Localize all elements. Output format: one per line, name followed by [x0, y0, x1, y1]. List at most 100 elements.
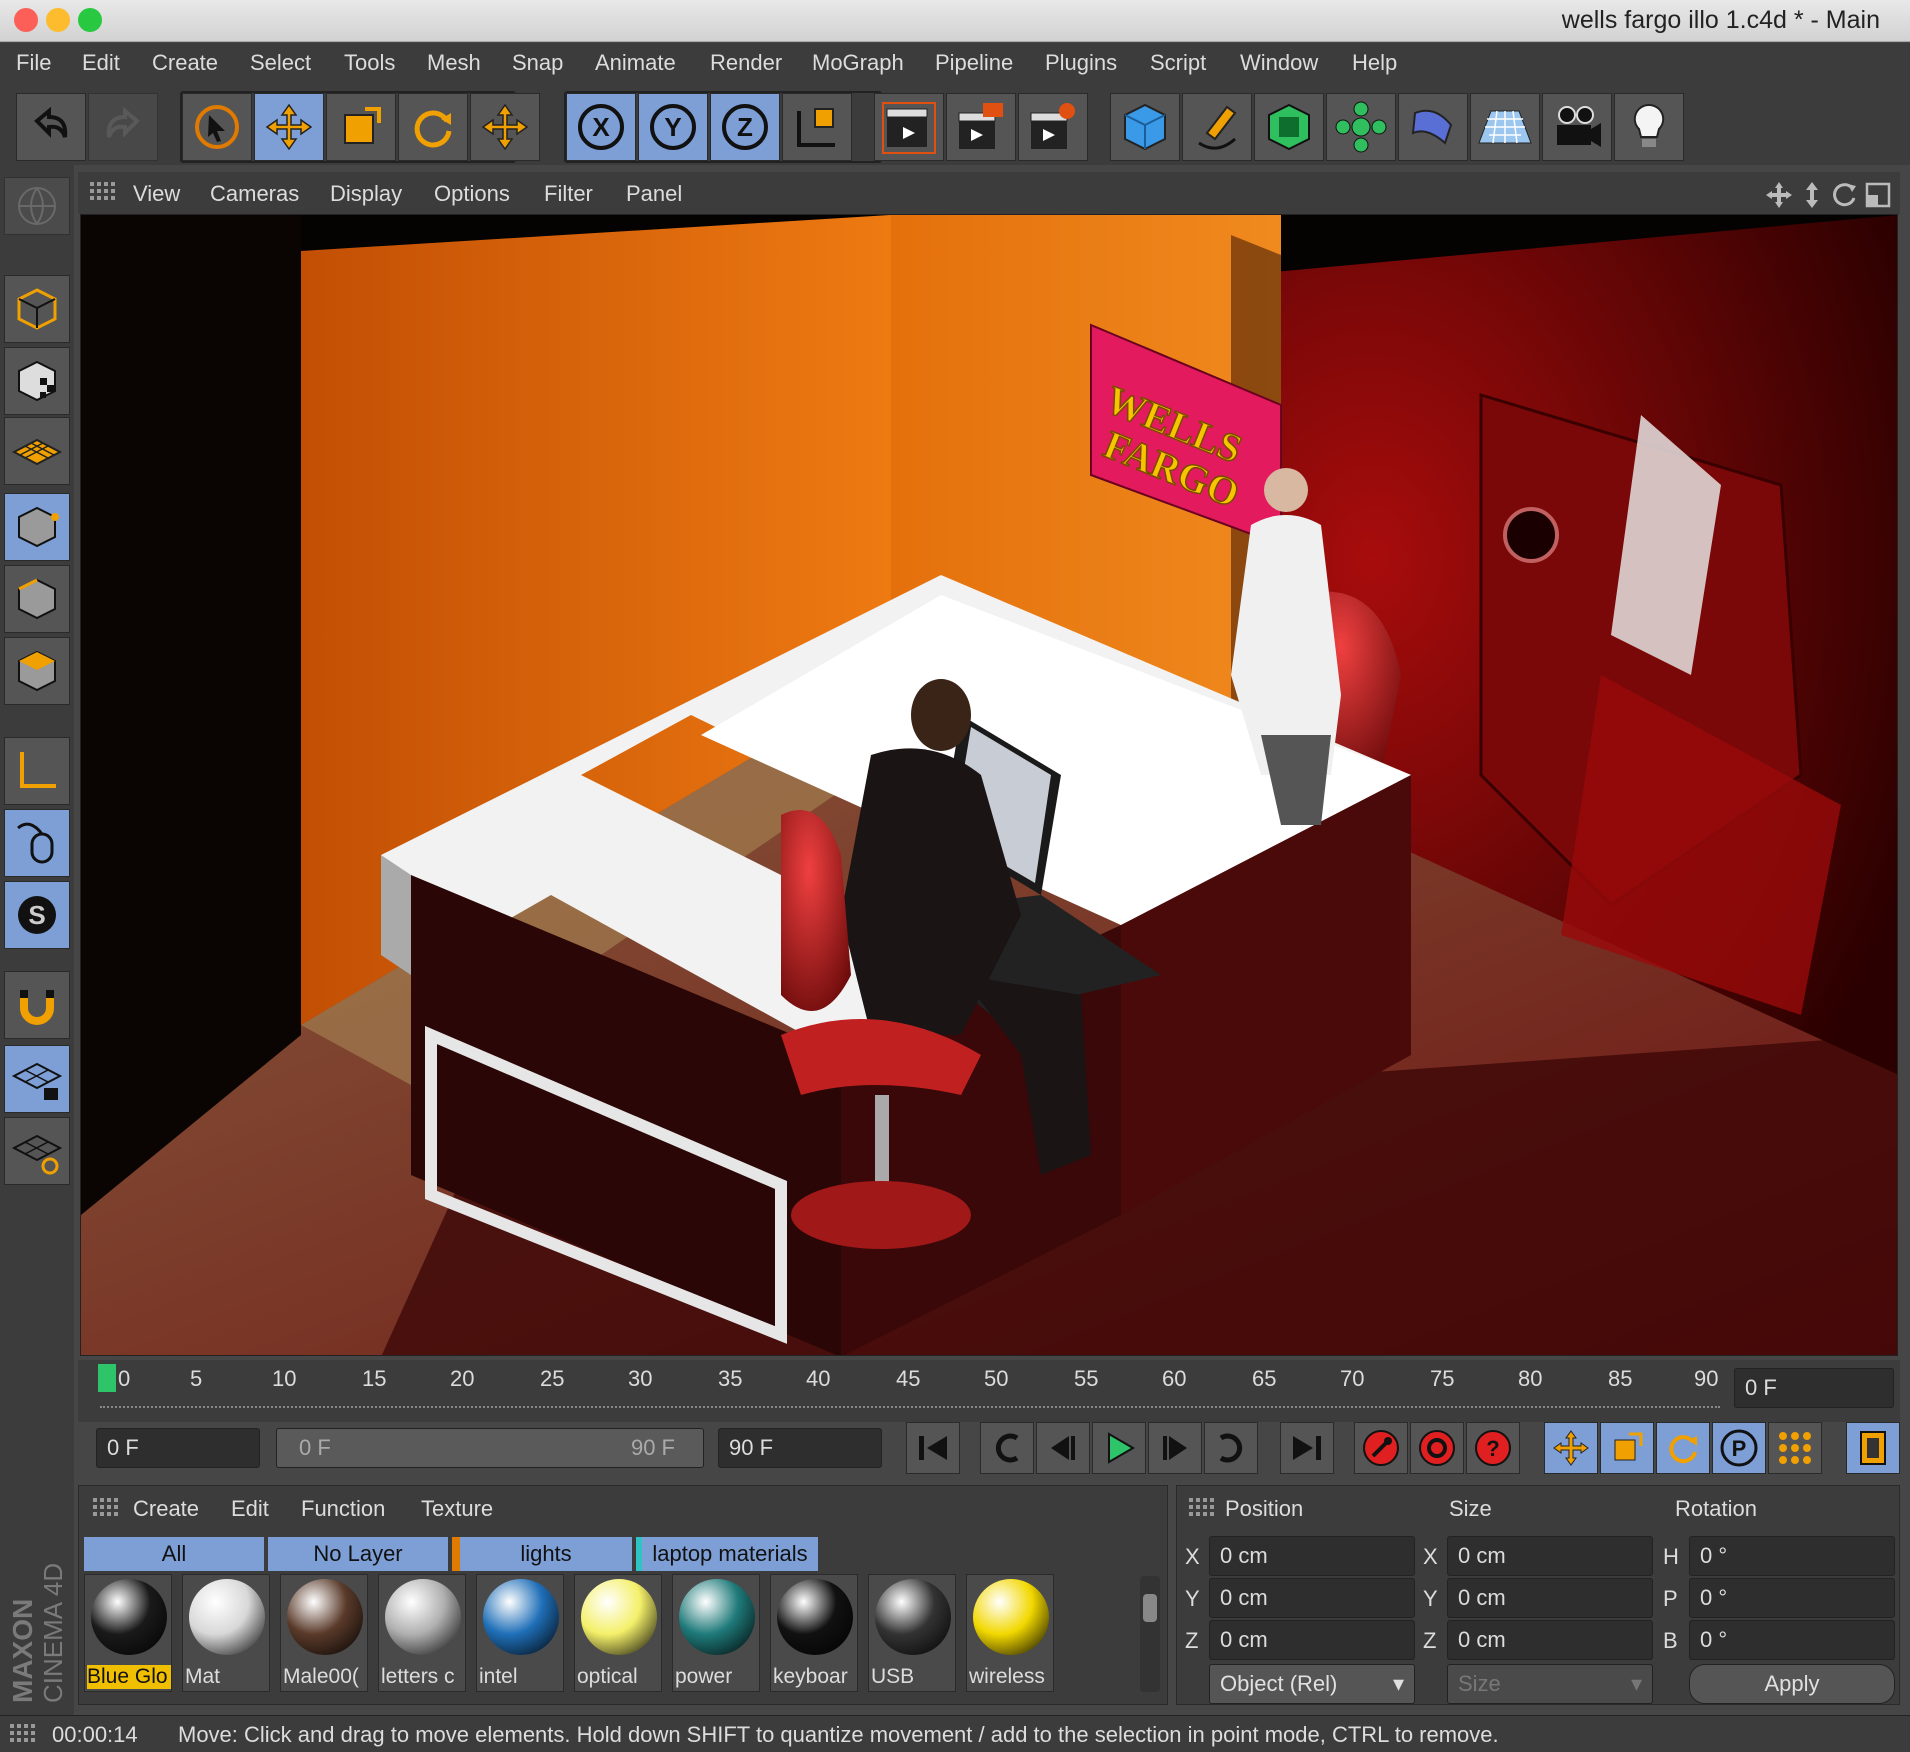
viewport-rotate-icon[interactable]	[1830, 180, 1858, 210]
key-point-level-button[interactable]	[1768, 1422, 1822, 1474]
material-scrollbar[interactable]	[1140, 1576, 1160, 1692]
material-swatch[interactable]: keyboar	[770, 1574, 858, 1692]
key-parameter-button[interactable]: P	[1712, 1422, 1766, 1474]
previous-frame-button[interactable]	[1036, 1422, 1090, 1474]
viewport-menu-cameras[interactable]: Cameras	[210, 181, 299, 207]
material-swatch[interactable]: intel	[476, 1574, 564, 1692]
solo-button[interactable]: S	[4, 881, 70, 949]
points-mode-button[interactable]	[4, 493, 70, 561]
material-swatch[interactable]: letters c	[378, 1574, 466, 1692]
menu-mograph[interactable]: MoGraph	[812, 50, 904, 76]
deformer-button[interactable]	[1398, 93, 1468, 161]
material-tab-lights[interactable]: lights	[452, 1537, 632, 1571]
menu-plugins[interactable]: Plugins	[1045, 50, 1117, 76]
rotation-b-field[interactable]: 0 °	[1689, 1620, 1895, 1660]
viewport-move-icon[interactable]	[1764, 180, 1794, 210]
close-window-button[interactable]	[14, 8, 38, 32]
viewport-zoom-icon[interactable]	[1798, 180, 1826, 210]
3d-viewport[interactable]: WELLS FARGO	[80, 214, 1898, 1356]
zoom-window-button[interactable]	[78, 8, 102, 32]
floor-button[interactable]	[1470, 93, 1540, 161]
make-editable-button[interactable]	[4, 177, 70, 235]
menu-snap[interactable]: Snap	[512, 50, 563, 76]
keyframe-selection-button[interactable]: ?	[1466, 1422, 1520, 1474]
cube-object-button[interactable]	[1110, 93, 1180, 161]
menu-mesh[interactable]: Mesh	[427, 50, 481, 76]
viewport-menu-filter[interactable]: Filter	[544, 181, 593, 207]
model-mode-button[interactable]	[4, 275, 70, 343]
subdivision-surface-button[interactable]	[1254, 93, 1324, 161]
live-selection-button[interactable]	[182, 93, 252, 161]
previous-key-button[interactable]	[980, 1422, 1034, 1474]
material-swatch[interactable]: Mat	[182, 1574, 270, 1692]
material-menu-function[interactable]: Function	[301, 1496, 385, 1522]
render-settings-button[interactable]	[1018, 93, 1088, 161]
material-swatch[interactable]: optical	[574, 1574, 662, 1692]
next-frame-button[interactable]	[1148, 1422, 1202, 1474]
scale-tool-button[interactable]	[326, 93, 396, 161]
polygons-mode-button[interactable]	[4, 637, 70, 705]
material-swatch[interactable]: Blue Glo	[84, 1574, 172, 1692]
workplane-lock-button[interactable]	[4, 1045, 70, 1113]
viewport-menu-options[interactable]: Options	[434, 181, 510, 207]
material-menu-edit[interactable]: Edit	[231, 1496, 269, 1522]
viewport-maximize-icon[interactable]	[1864, 180, 1892, 210]
next-key-button[interactable]	[1204, 1422, 1258, 1474]
rotation-p-field[interactable]: 0 °	[1689, 1578, 1895, 1618]
material-swatch[interactable]: wireless	[966, 1574, 1054, 1692]
size-mode-dropdown[interactable]: Size ▾	[1447, 1664, 1653, 1704]
end-frame-field[interactable]: 90 F	[718, 1428, 882, 1468]
material-menu-texture[interactable]: Texture	[421, 1496, 493, 1522]
move-tool-button[interactable]	[254, 93, 324, 161]
position-z-field[interactable]: 0 cm	[1209, 1620, 1415, 1660]
material-menu-create[interactable]: Create	[133, 1496, 199, 1522]
material-swatch[interactable]: power	[672, 1574, 760, 1692]
playhead[interactable]	[98, 1364, 116, 1392]
timeline-ruler[interactable]: 0 5 10 15 20 25 30 35 40 45 50 55 60 65 …	[78, 1360, 1900, 1422]
undo-button[interactable]	[16, 93, 86, 161]
rotate-tool-button[interactable]	[398, 93, 468, 161]
cloner-button[interactable]	[1326, 93, 1396, 161]
axis-mode-button[interactable]	[4, 737, 70, 805]
pen-spline-button[interactable]	[1182, 93, 1252, 161]
key-scale-button[interactable]	[1600, 1422, 1654, 1474]
coordinate-system-button[interactable]	[782, 93, 852, 161]
menu-render[interactable]: Render	[710, 50, 782, 76]
viewport-menu-view[interactable]: View	[133, 181, 180, 207]
material-swatch[interactable]: Male00(	[280, 1574, 368, 1692]
record-keys-button[interactable]	[1354, 1422, 1408, 1474]
go-to-start-button[interactable]	[906, 1422, 960, 1474]
material-swatch[interactable]: USB	[868, 1574, 956, 1692]
rotation-h-field[interactable]: 0 °	[1689, 1536, 1895, 1576]
menu-window[interactable]: Window	[1240, 50, 1318, 76]
menu-create[interactable]: Create	[152, 50, 218, 76]
material-tab-all[interactable]: All	[84, 1537, 264, 1571]
viewport-menu-display[interactable]: Display	[330, 181, 402, 207]
render-view-button[interactable]	[874, 93, 944, 161]
material-tab-laptop-materials[interactable]: laptop materials	[636, 1537, 818, 1571]
redo-button[interactable]	[88, 93, 158, 161]
menu-animate[interactable]: Animate	[595, 50, 676, 76]
play-forward-button[interactable]	[1092, 1422, 1146, 1474]
viewport-menu-panel[interactable]: Panel	[626, 181, 682, 207]
start-frame-field[interactable]: 0 F	[96, 1428, 260, 1468]
apply-button[interactable]: Apply	[1689, 1664, 1895, 1704]
current-frame-field[interactable]: 0 F	[1734, 1368, 1894, 1408]
y-axis-button[interactable]: Y	[638, 93, 708, 161]
recent-tool-button[interactable]	[470, 93, 540, 161]
workplane-align-button[interactable]	[4, 1117, 70, 1185]
edges-mode-button[interactable]	[4, 565, 70, 633]
preview-range-slider[interactable]: 0 F 90 F	[276, 1428, 704, 1468]
tweak-mode-button[interactable]	[4, 809, 70, 877]
snap-button[interactable]	[4, 971, 70, 1039]
material-scroll-thumb[interactable]	[1143, 1594, 1157, 1622]
render-to-picture-viewer-button[interactable]	[946, 93, 1016, 161]
material-tab-no-layer[interactable]: No Layer	[268, 1537, 448, 1571]
key-rotation-button[interactable]	[1656, 1422, 1710, 1474]
coordinate-mode-dropdown[interactable]: Object (Rel) ▾	[1209, 1664, 1415, 1704]
menu-file[interactable]: File	[16, 50, 51, 76]
menu-pipeline[interactable]: Pipeline	[935, 50, 1013, 76]
menu-select[interactable]: Select	[250, 50, 311, 76]
minimize-window-button[interactable]	[46, 8, 70, 32]
texture-mode-button[interactable]	[4, 347, 70, 415]
